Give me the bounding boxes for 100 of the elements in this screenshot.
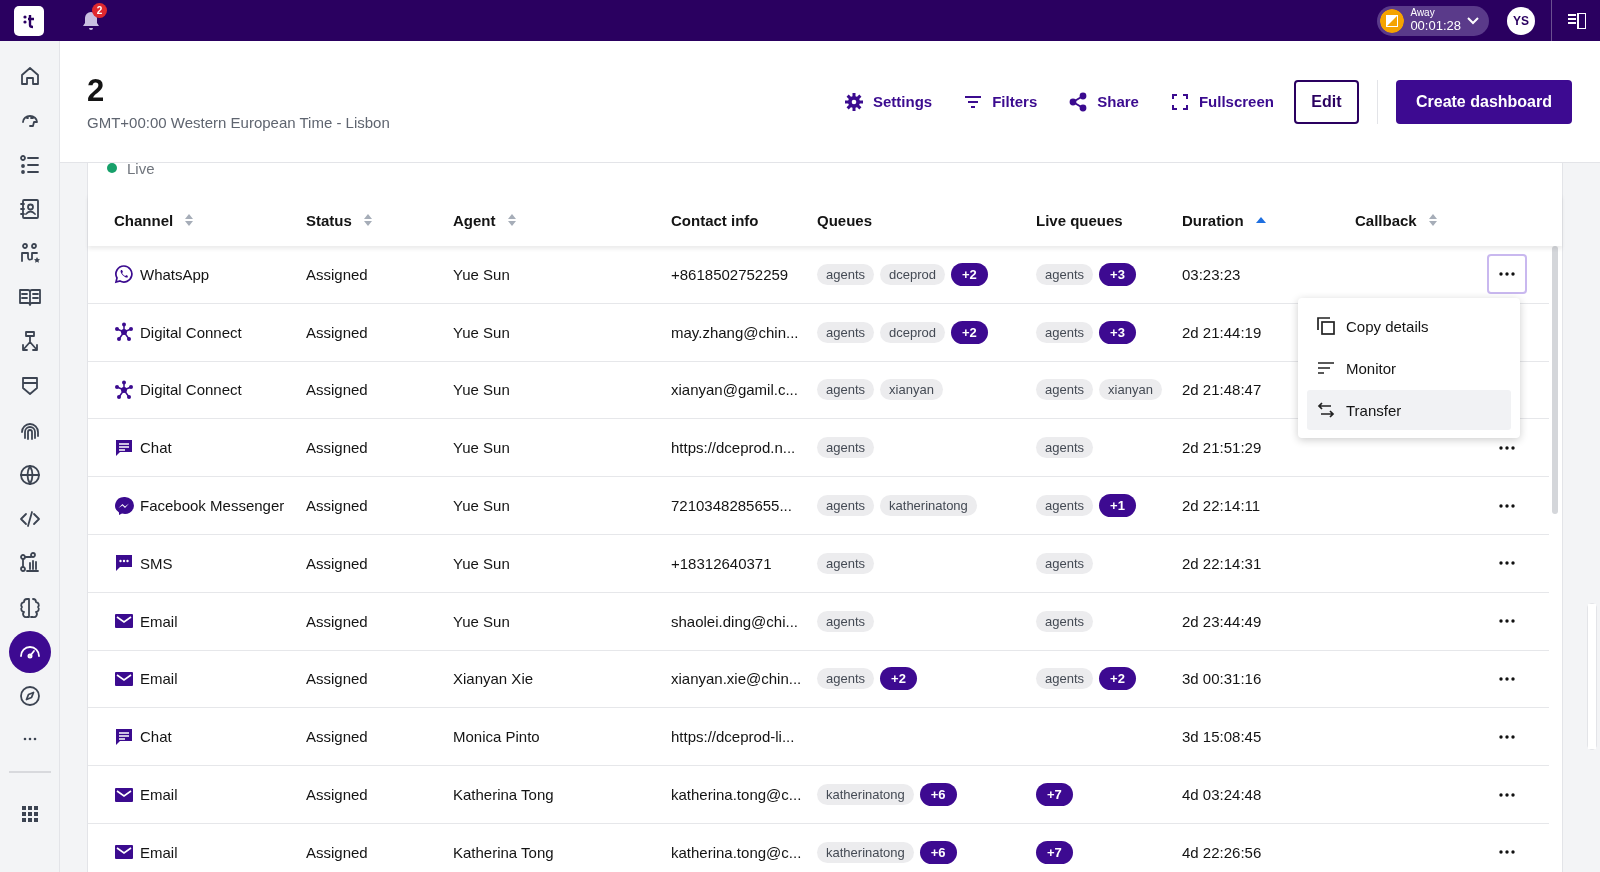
contact-info: https://dceprod.n... [671,439,796,457]
create-dashboard-button[interactable]: Create dashboard [1395,79,1572,124]
user-avatar[interactable]: YS [1507,6,1535,35]
channel-name: Facebook Messenger [140,497,285,515]
agent-name: Yue Sun [453,265,510,283]
duration-text: 2d 21:51:29 [1182,439,1262,457]
status-text: Assigned [306,265,368,283]
agent-name: Yue Sun [453,439,510,457]
queue-tag: xianyan [1099,379,1162,401]
menu-item[interactable]: Transfer [1307,390,1511,430]
duration-text: 2d 22:14:11 [1182,497,1261,515]
queue-tag: agents [1036,668,1094,690]
channel-name: Chat [140,728,172,746]
channel-name: Digital Connect [140,381,242,399]
agent-name: Xianyan Xie [453,670,534,688]
channel-name: Email [140,670,178,688]
queue-tag: agents [1036,263,1094,285]
live-label: Live [127,159,155,177]
more-queues-badge: +7 [1036,840,1073,864]
more-queues-badge: +2 [951,320,988,344]
status-text: Assigned [306,439,368,457]
column-header[interactable]: Duration [1182,211,1244,229]
queue-tag: agents [817,263,875,285]
more-queues-badge: +1 [1099,494,1136,518]
more-queues-badge: +3 [1099,320,1136,344]
contact-info: katherina.tong@c... [671,786,802,804]
agent-name: Katherina Tong [453,843,554,861]
more-queues-badge: +2 [1099,667,1136,691]
queue-tag: agents [817,668,875,690]
agent-name: Yue Sun [453,323,510,341]
queue-tag: dceprod [880,263,946,285]
queue-tag: katherinatong [817,841,914,863]
more-queues-badge: +2 [880,667,917,691]
queue-tag: agents [817,552,875,574]
channel-name: SMS [140,554,173,572]
column-header[interactable]: Status [306,211,352,229]
more-queues-badge: +6 [919,840,957,864]
status-text: Assigned [306,728,368,746]
edit-button[interactable]: Edit [1293,79,1359,124]
queue-tag: agents [817,495,875,517]
contact-info: shaolei.ding@chi... [671,612,798,630]
duration-text: 2d 22:14:31 [1182,554,1262,572]
contact-info: xianyan@gamil.c... [671,381,798,399]
status-text: Assigned [306,497,368,515]
status-text: Assigned [306,670,368,688]
agent-name: Monica Pinto [453,728,540,746]
channel-name: Digital Connect [140,323,242,341]
duration-text: 2d 21:48:47 [1182,381,1262,399]
notification-badge: 2 [92,2,107,18]
contact-info: 7210348285655... [671,497,792,515]
duration-text: 3d 15:08:45 [1182,728,1262,746]
queue-tag: agents [1036,379,1094,401]
queue-tag: agents [1036,552,1094,574]
timezone-label: GMT+00:00 Western European Time - Lisbon [87,113,390,131]
contact-info: +18312640371 [671,554,772,572]
queue-tag: agents [817,379,875,401]
menu-item[interactable]: Copy details [1307,306,1511,346]
duration-text: 2d 21:44:19 [1182,323,1262,341]
contact-info: katherina.tong@c... [671,843,802,861]
column-header[interactable]: Channel [114,211,174,229]
status-text: Assigned [306,323,368,341]
more-queues-badge: +7 [1036,783,1073,807]
filters-button[interactable]: Filters [963,91,1038,112]
menu-item[interactable]: Monitor [1307,348,1511,388]
more-queues-badge: +2 [951,262,988,286]
column-header: Contact info [671,211,759,229]
share-button[interactable]: Share [1068,91,1139,112]
queue-tag: agents [817,437,875,459]
queue-tag: dceprod [880,321,946,343]
duration-text: 03:23:23 [1182,265,1241,283]
column-header: Queues [817,211,873,229]
duration-text: 4d 03:24:48 [1182,786,1262,804]
channel-name: Email [140,786,178,804]
duration-text: 2d 23:44:49 [1182,612,1262,630]
agent-name: Yue Sun [453,497,510,515]
queue-tag: katherinatong [880,495,977,517]
queue-tag: agents [817,321,875,343]
queue-tag: agents [1036,437,1094,459]
channel-name: Email [140,843,178,861]
more-queues-badge: +3 [1099,262,1136,286]
status-text: Assigned [306,381,368,399]
channel-name: WhatsApp [140,265,210,283]
contact-info: may.zhang@chin... [671,323,799,341]
column-header: Live queues [1036,211,1123,229]
status-text: Assigned [306,554,368,572]
column-header[interactable]: Callback [1355,211,1417,229]
fullscreen-button[interactable]: Fullscreen [1169,91,1274,112]
settings-button[interactable]: Settings [844,91,933,112]
queue-tag: xianyan [880,379,943,401]
queue-tag: katherinatong [817,784,914,806]
status-text: Assigned [306,843,368,861]
status-dropdown[interactable]: Away 00:01:28 [1377,5,1489,36]
channel-name: Chat [140,439,172,457]
agent-name: Yue Sun [453,554,510,572]
duration-text: 4d 22:26:56 [1182,843,1262,861]
queue-tag: agents [1036,610,1094,632]
column-header[interactable]: Agent [453,211,496,229]
more-queues-badge: +6 [919,783,957,807]
queue-tag: agents [1036,495,1094,517]
status-text: Assigned [306,786,368,804]
